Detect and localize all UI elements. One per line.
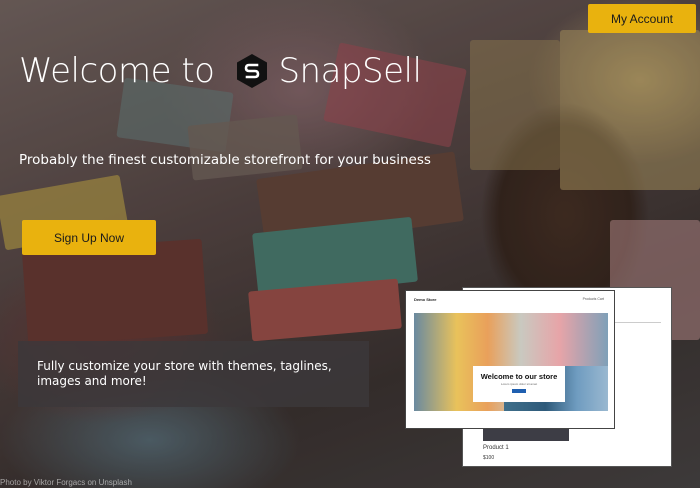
photo-credit: Photo by Viktor Forgacs on Unsplash	[0, 478, 132, 487]
hero-tagline: Probably the finest customizable storefr…	[19, 152, 431, 168]
product-thumbnail	[483, 428, 569, 441]
product-price: $100	[483, 455, 495, 461]
snapsell-logo-icon	[236, 53, 268, 89]
sign-up-button[interactable]: Sign Up Now	[22, 220, 156, 255]
preview-nav: Products Cart	[582, 297, 604, 301]
hero-title: Welcome to SnapSell	[19, 51, 422, 91]
store-preview-front: Demo Store Products Cart Welcome to our …	[405, 290, 615, 429]
preview-shop-button	[512, 389, 526, 393]
preview-welcome-box: Welcome to our store Lorem ipsum dolor s…	[473, 366, 565, 402]
product-name: Product 1	[483, 445, 509, 451]
feature-text: Fully customize your store with themes, …	[37, 359, 332, 388]
feature-card: Fully customize your store with themes, …	[18, 341, 369, 407]
brand-name: SnapSell	[278, 51, 422, 91]
preview-hero-image: Welcome to our store Lorem ipsum dolor s…	[414, 313, 608, 411]
preview-hero-heading: Welcome to our store	[480, 372, 558, 381]
welcome-text: Welcome to	[19, 51, 215, 91]
my-account-button[interactable]: My Account	[588, 4, 696, 33]
preview-hero-subtext: Lorem ipsum dolor sit amet	[500, 382, 538, 386]
preview-store-name: Demo Store	[414, 297, 437, 302]
